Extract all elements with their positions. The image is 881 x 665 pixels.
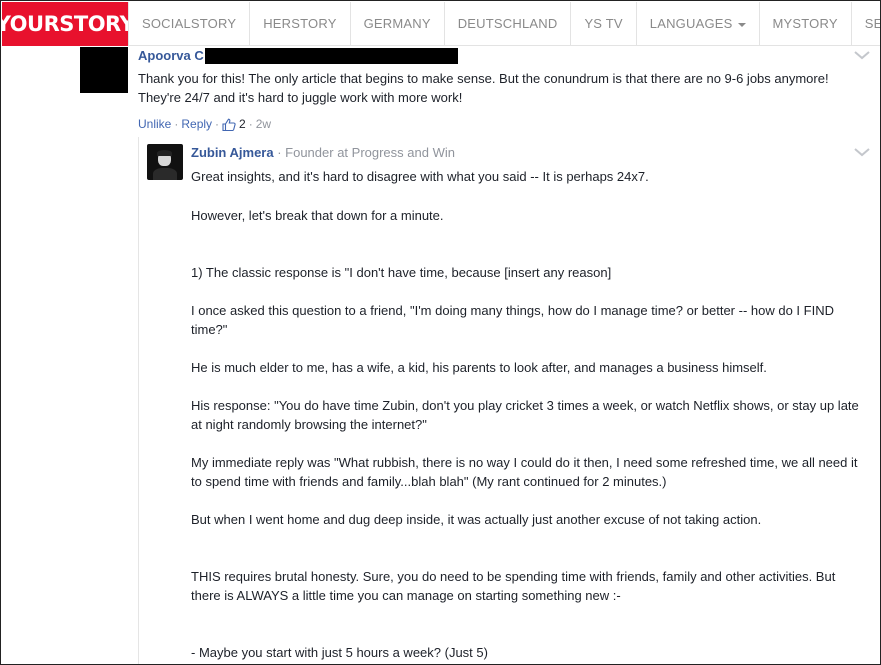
page: YOURSTORY SOCIALSTORY HERSTORY GERMANY D… (0, 0, 881, 665)
main-nav: SOCIALSTORY HERSTORY GERMANY DEUTSCHLAND… (128, 2, 880, 45)
caret-down-icon (737, 22, 746, 27)
yourstory-logo[interactable]: YOURSTORY (1, 2, 135, 46)
unlike-link[interactable]: Unlike (138, 117, 171, 131)
thumbs-up-icon[interactable] (222, 118, 236, 131)
like-count[interactable]: 2 (239, 117, 246, 131)
reply-paragraph: He is much elder to me, has a wife, a ki… (191, 360, 767, 375)
reply-author-name[interactable]: Zubin Ajmera (191, 145, 274, 160)
reply-paragraph: 1) The classic response is "I don't have… (191, 265, 612, 280)
commenter-avatar[interactable] (80, 47, 128, 93)
comment-timestamp[interactable]: 2w (256, 117, 271, 131)
separator-dot: · (248, 117, 253, 131)
reply-paragraph: My immediate reply was "What rubbish, th… (191, 455, 858, 489)
nav-germany[interactable]: GERMANY (351, 2, 445, 45)
top-navigation-bar: YOURSTORY SOCIALSTORY HERSTORY GERMANY D… (1, 2, 880, 46)
nav-languages-dropdown[interactable]: LANGUAGES (637, 2, 760, 45)
reply-author-line: Zubin Ajmera · Founder at Progress and W… (191, 145, 455, 160)
reply-author-avatar[interactable] (147, 144, 183, 180)
nav-sections[interactable]: SECTION (852, 2, 880, 45)
reply-paragraph: Great insights, and it's hard to disagre… (191, 169, 649, 184)
comment-author[interactable]: Apoorva C (138, 48, 204, 63)
nav-ys-tv[interactable]: YS TV (571, 2, 637, 45)
nav-deutschland[interactable]: DEUTSCHLAND (445, 2, 572, 45)
separator-dot: · (215, 117, 220, 131)
reply-paragraph: THIS requires brutal honesty. Sure, you … (191, 569, 836, 603)
reply-paragraph: But when I went home and dug deep inside… (191, 512, 762, 527)
reply-paragraph: His response: "You do have time Zubin, d… (191, 398, 859, 432)
redaction-bar (205, 48, 458, 64)
separator-dot: · (174, 117, 179, 131)
comment-body: Thank you for this! The only article tha… (138, 71, 829, 105)
chevron-down-icon[interactable] (853, 146, 871, 158)
nav-mystory[interactable]: MYSTORY (760, 2, 852, 45)
nav-languages-label: LANGUAGES (649, 16, 733, 31)
nav-herstory[interactable]: HERSTORY (250, 2, 351, 45)
reply-author-title: · Founder at Progress and Win (277, 145, 455, 160)
nav-socialstory[interactable]: SOCIALSTORY (128, 2, 251, 45)
reply-thread-line (138, 137, 139, 664)
reply-link[interactable]: Reply (181, 117, 212, 131)
reply-paragraph: - Maybe you start with just 5 hours a we… (191, 645, 488, 660)
reply-paragraph: However, let's break that down for a min… (191, 208, 444, 223)
chevron-down-icon[interactable] (853, 49, 871, 61)
reply-paragraph: I once asked this question to a friend, … (191, 303, 834, 337)
comment-actions: Unlike · Reply · 2 · 2w (138, 117, 271, 131)
